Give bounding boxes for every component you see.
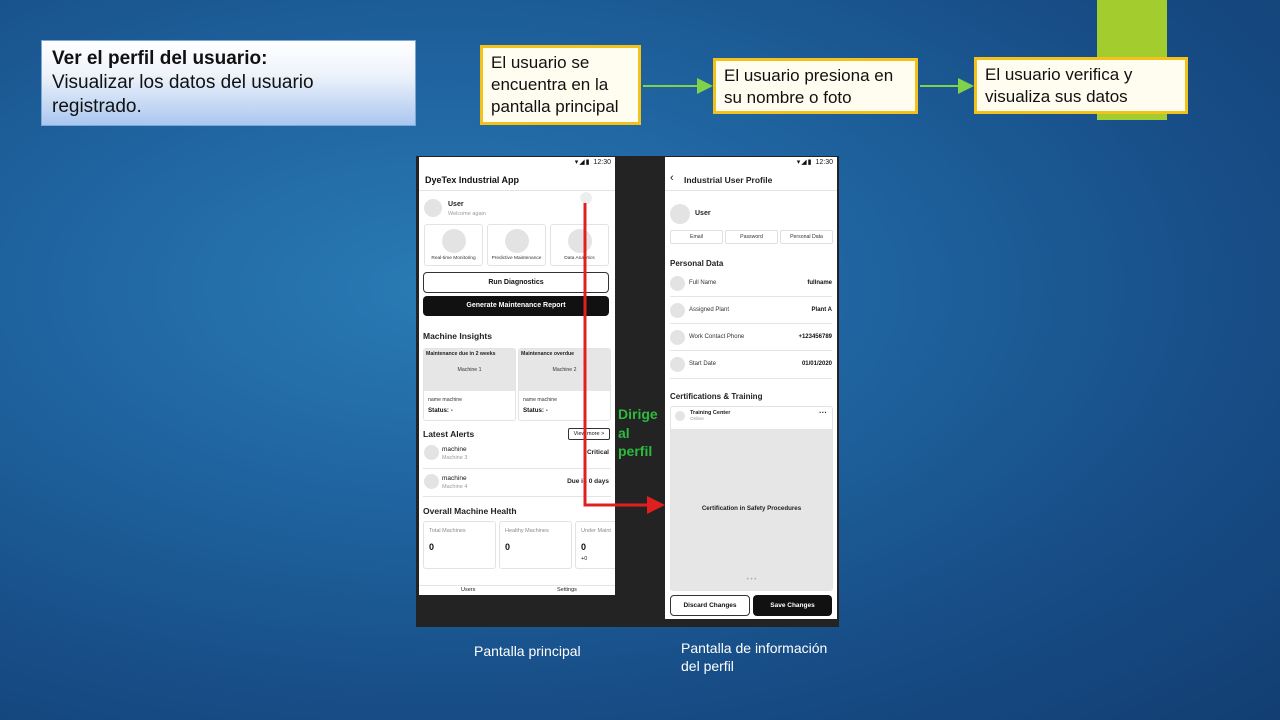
alert-icon bbox=[424, 474, 439, 489]
redirect-note: Dirige al perfil bbox=[618, 406, 658, 459]
machine-health-title: Overall Machine Health bbox=[423, 506, 517, 516]
app-title: DyeTex Industrial App bbox=[425, 175, 520, 185]
machine-insights-title: Machine Insights bbox=[423, 331, 492, 341]
health-card: Healthy Machines 0 bbox=[499, 521, 572, 569]
chevron-right-icon: > bbox=[601, 431, 605, 437]
avatar bbox=[670, 204, 690, 224]
card-image bbox=[504, 229, 529, 253]
profile-screen: ▾◢▮ 12:30 ‹ Industrial User Profile User … bbox=[665, 157, 837, 619]
certifications-title: Certifications & Training bbox=[670, 392, 763, 401]
discard-changes-button[interactable]: Discard Changes bbox=[670, 595, 750, 616]
card-predictive-maintenance[interactable]: Predictive Maintenance bbox=[487, 224, 546, 266]
provider-icon bbox=[675, 411, 685, 421]
chevron-left-icon[interactable]: ‹ bbox=[670, 172, 674, 184]
alert-status: Critical bbox=[586, 449, 609, 456]
tab-personal-data[interactable]: Personal Data bbox=[780, 230, 833, 244]
card-image bbox=[567, 229, 592, 253]
health-card: Under Maint 0 +0 bbox=[575, 521, 615, 569]
user-name[interactable]: User bbox=[448, 201, 464, 208]
health-card: Total Machines 0 bbox=[423, 521, 496, 569]
status-bar: ▾◢▮ 12:30 bbox=[574, 159, 611, 166]
latest-alerts-title: Latest Alerts bbox=[423, 429, 475, 439]
signal-battery-icon: ▾◢▮ bbox=[796, 159, 813, 166]
card-real-time-monitoring[interactable]: Real-time Monitoring bbox=[424, 224, 483, 266]
status-bar: ▾◢▮ 12:30 bbox=[796, 159, 833, 166]
more-horizontal-icon[interactable]: ··· bbox=[819, 408, 827, 417]
flow-step-2: El usuario presiona en su nombre o foto bbox=[713, 58, 918, 114]
run-diagnostics-button[interactable]: Run Diagnostics bbox=[423, 272, 609, 293]
field-icon bbox=[670, 276, 685, 291]
user-greeting: Welcome again bbox=[448, 211, 486, 217]
personal-data-title: Personal Data bbox=[670, 259, 724, 268]
machine-status: Status: - bbox=[428, 407, 453, 414]
flow-step-3: El usuario verifica y visualiza sus dato… bbox=[974, 57, 1188, 114]
machine-status: Status: - bbox=[523, 407, 548, 414]
avatar[interactable] bbox=[424, 199, 442, 217]
generate-report-button[interactable]: Generate Maintenance Report bbox=[423, 296, 609, 316]
certification-name: Certification in Safety Procedures bbox=[701, 505, 802, 512]
signal-battery-icon: ▾◢▮ bbox=[574, 159, 591, 166]
machine-name: Machine 2 bbox=[552, 367, 577, 373]
tab-email[interactable]: Email bbox=[670, 230, 723, 244]
card-data-analytics[interactable]: Data Analytics bbox=[550, 224, 609, 266]
caption-home: Pantalla principal bbox=[474, 643, 581, 659]
machine-card[interactable]: Maintenance overdue Machine 2 name machi… bbox=[518, 348, 611, 421]
home-screen: ▾◢▮ 12:30 DyeTex Industrial App User Welc… bbox=[419, 157, 615, 595]
machine-tag: Maintenance overdue bbox=[521, 351, 575, 357]
flow-step-1: El usuario se encuentra en la pantalla p… bbox=[480, 45, 641, 125]
caption-profile: Pantalla de información del perfil bbox=[681, 640, 828, 674]
slide-title: Ver el perfil del usuario: bbox=[52, 48, 268, 69]
machine-card[interactable]: Maintenance due in 2 weeks Machine 1 nam… bbox=[423, 348, 516, 421]
card-image bbox=[441, 229, 466, 253]
machine-tag: Maintenance due in 2 weeks bbox=[426, 351, 496, 357]
alert-icon bbox=[424, 445, 439, 460]
field-icon bbox=[670, 330, 685, 345]
pagination-dots: • • • bbox=[746, 577, 757, 583]
nav-settings[interactable]: Settings bbox=[557, 587, 577, 593]
page-title: Industrial User Profile bbox=[684, 175, 773, 185]
field-icon bbox=[670, 303, 685, 318]
profile-shortcut-icon[interactable] bbox=[580, 192, 592, 204]
tab-password[interactable]: Password bbox=[725, 230, 778, 244]
slide-title-box: Ver el perfil del usuario: Visualizar lo… bbox=[41, 40, 416, 126]
divider bbox=[419, 190, 615, 191]
view-more-button[interactable]: View more > bbox=[568, 428, 610, 440]
slide-description: Visualizar los datos del usuario registr… bbox=[52, 72, 314, 117]
save-changes-button[interactable]: Save Changes bbox=[753, 595, 832, 616]
alert-status: Due in 0 days bbox=[567, 478, 609, 485]
certification-card[interactable]: Training Center Online ··· Certification… bbox=[670, 406, 833, 591]
nav-users[interactable]: Users bbox=[461, 587, 475, 593]
field-icon bbox=[670, 357, 685, 372]
user-name: User bbox=[695, 210, 711, 217]
machine-name: Machine 1 bbox=[457, 367, 482, 373]
training-center: Training Center bbox=[690, 410, 731, 416]
